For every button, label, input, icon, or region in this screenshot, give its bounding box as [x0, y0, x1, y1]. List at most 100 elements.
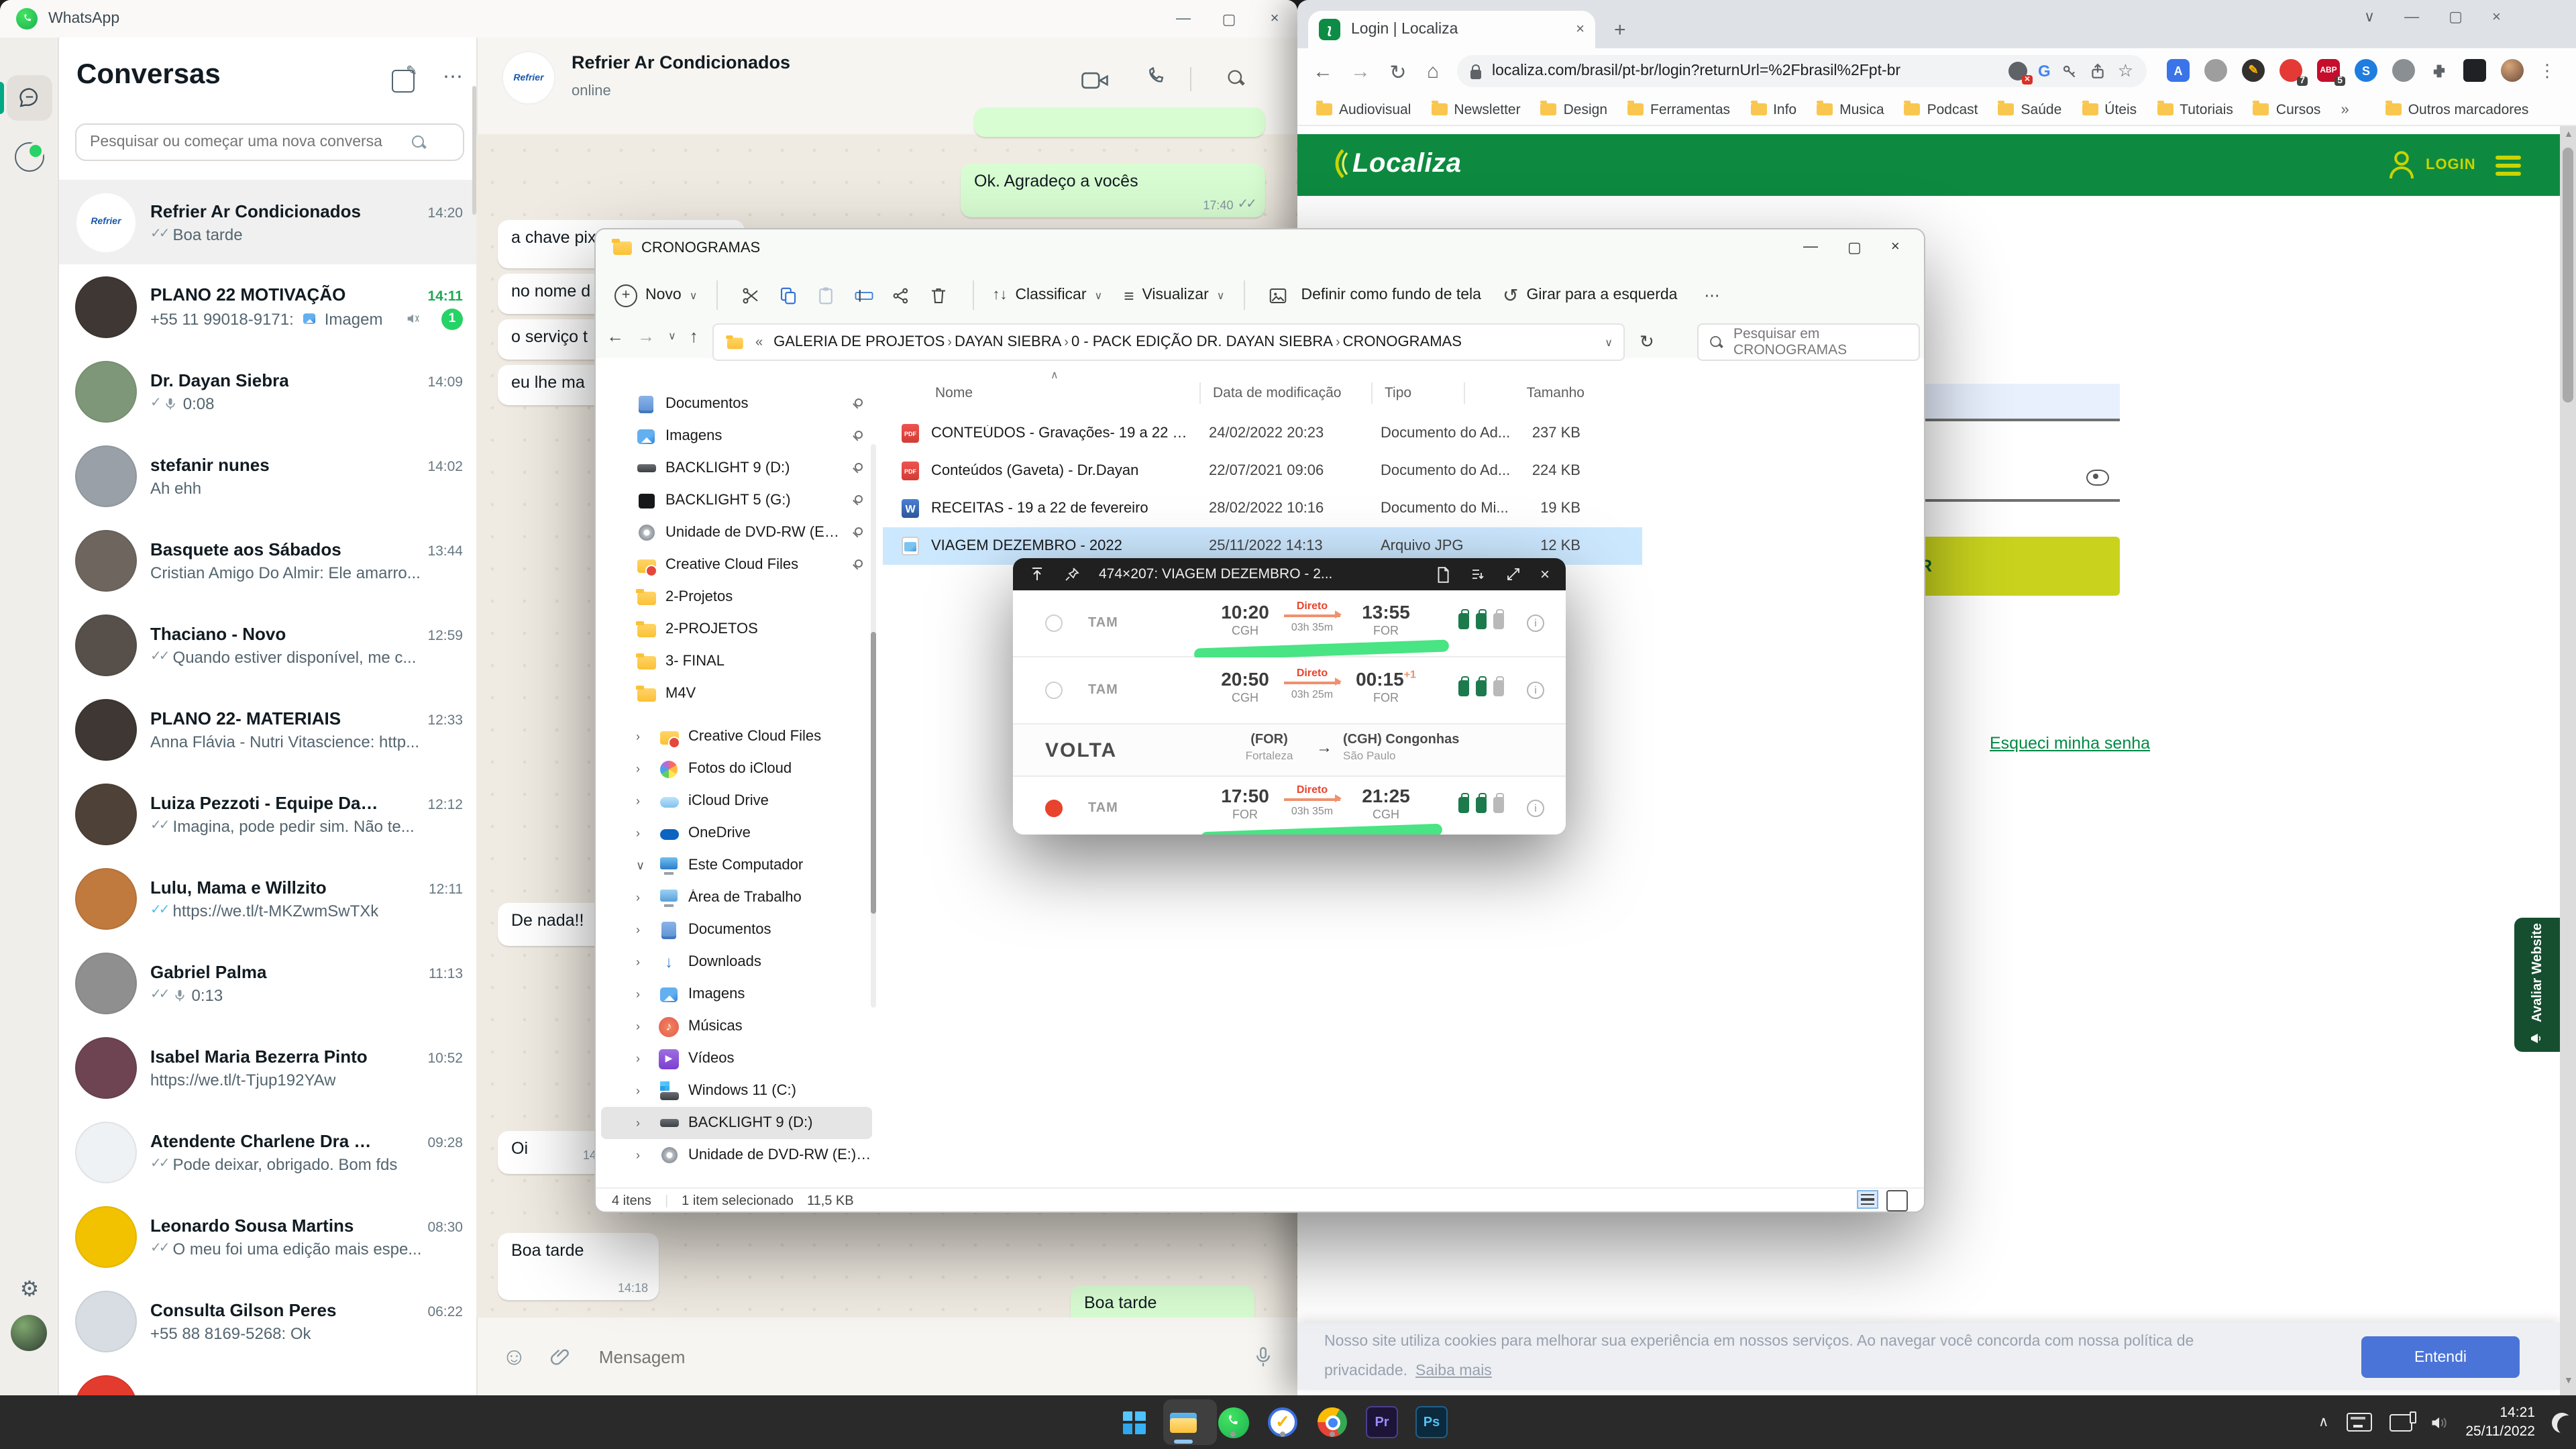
file-row[interactable]: CONTEÚDOS - Gravações- 19 a 22 de fe... … — [883, 415, 1642, 452]
google-account-icon[interactable]: G — [2038, 62, 2051, 80]
video-call-icon[interactable] — [1081, 70, 1108, 91]
paste-icon[interactable] — [811, 285, 841, 305]
expand-chevron[interactable]: ∨ — [636, 858, 649, 873]
extension-icon[interactable] — [2204, 59, 2227, 82]
breadcrumb-collapse[interactable]: « — [753, 335, 765, 350]
chrome-menu-icon[interactable]: ⋮ — [2538, 60, 2556, 81]
nav-back-icon[interactable]: ← — [606, 326, 624, 346]
conversation-item[interactable]: Leonardo Sousa Martins 08:30 ✓✓ O meu fo… — [59, 1194, 476, 1279]
localiza-brand[interactable]: Localiza — [1352, 148, 1462, 179]
mic-icon[interactable] — [1253, 1345, 1273, 1368]
minimize-button[interactable]: — — [1161, 0, 1206, 38]
sidebar-pinned-item[interactable]: Unidade de DVD-RW (E:) jair — [601, 517, 872, 549]
conversation-item[interactable]: Atendente Charlene Dra Julia 09:28 ✓✓ Po… — [59, 1110, 476, 1194]
sort-button[interactable]: Classificar — [1015, 287, 1086, 303]
column-nome[interactable]: Nome — [935, 385, 973, 401]
sidebar-pinned-item[interactable]: BACKLIGHT 9 (D:) — [601, 452, 872, 484]
expand-chevron[interactable]: › — [636, 987, 649, 1001]
nav-forward-icon[interactable]: → — [637, 326, 655, 346]
sidebar-tree-item[interactable]: ∨ Este Computador — [601, 849, 872, 881]
set-wallpaper-button[interactable]: Definir como fundo de tela — [1301, 287, 1481, 303]
show-password-icon[interactable] — [2086, 470, 2109, 486]
expand-chevron[interactable]: › — [636, 1148, 649, 1162]
breadcrumb-item[interactable]: GALERIA DE PROJETOS › — [773, 334, 955, 350]
sidebar-tree-item[interactable]: › Área de Trabalho — [601, 881, 872, 914]
taskbar-whatsapp[interactable] — [1216, 1405, 1250, 1440]
sidebar-tree-item[interactable]: › Documentos — [601, 914, 872, 946]
expand-chevron[interactable]: › — [636, 1084, 649, 1097]
scroll-down-arrow[interactable]: ▼ — [2564, 1377, 2573, 1386]
expand-chevron[interactable]: › — [636, 826, 649, 840]
user-icon[interactable] — [2387, 149, 2416, 181]
scroll-up-arrow[interactable]: ▲ — [2564, 130, 2573, 140]
conversation-item[interactable]: PLANO 22- MATERIAIS 12:33 Anna Flávia - … — [59, 687, 476, 771]
bookmark-folder[interactable]: Audiovisual — [1316, 101, 1411, 117]
maximize-button[interactable]: ▢ — [1847, 238, 1862, 256]
bookmark-folder[interactable]: Musica — [1817, 101, 1884, 117]
sidebar-pinned-item[interactable]: M4V — [601, 678, 872, 710]
reload-icon[interactable]: ↻ — [1381, 60, 1415, 85]
sidebar-tree-item[interactable]: › Downloads — [601, 946, 872, 978]
close-icon[interactable]: × — [1540, 565, 1550, 584]
expand-chevron[interactable]: › — [636, 923, 649, 936]
info-icon[interactable]: i — [1527, 614, 1544, 632]
hamburger-menu-icon[interactable] — [2496, 152, 2521, 180]
touch-keyboard-icon[interactable] — [2346, 1413, 2371, 1432]
message-input[interactable] — [596, 1345, 1229, 1368]
file-info-icon[interactable] — [1436, 566, 1450, 583]
rotate-left-button[interactable]: Girar para a esquerda — [1526, 287, 1677, 303]
forgot-password-link[interactable]: Esqueci minha senha — [1990, 734, 2150, 753]
expand-chevron[interactable]: › — [636, 1020, 649, 1033]
fullscreen-icon[interactable] — [1505, 566, 1521, 582]
tab-search-icon[interactable]: ∨ — [2364, 8, 2375, 25]
expand-chevron[interactable]: › — [636, 1116, 649, 1130]
expand-chevron[interactable]: › — [636, 955, 649, 969]
translate-extension-icon[interactable]: A — [2167, 59, 2190, 82]
sidebar-tree-item[interactable]: › Fotos do iCloud — [601, 753, 872, 785]
home-icon[interactable]: ⌂ — [1415, 60, 1450, 83]
conversation-item[interactable]: Dr. Dayan Siebra 14:09 ✓ 0:08 — [59, 349, 476, 433]
taskbar-premiere[interactable]: Pr — [1364, 1405, 1399, 1440]
bookmark-folder[interactable]: Design — [1541, 101, 1607, 117]
feedback-tab[interactable]: Avaliar Website — [2514, 918, 2560, 1052]
share-icon[interactable] — [886, 285, 916, 305]
conversation-item[interactable]: Consulta Gilson Peres 06:22 +55 88 8169-… — [59, 1279, 476, 1363]
adblock-extension-icon[interactable]: 7 — [2279, 59, 2302, 82]
emoji-icon[interactable]: ☺ — [502, 1342, 527, 1371]
flight-radio[interactable] — [1045, 799, 1063, 816]
breadcrumb-dropdown-icon[interactable]: ∨ — [1605, 336, 1613, 348]
address-bar[interactable]: localiza.com/brasil/pt-br/login?returnUr… — [1457, 55, 2147, 87]
column-tipo[interactable]: Tipo — [1385, 385, 1411, 401]
close-button[interactable]: × — [1252, 0, 1297, 38]
expand-chevron[interactable]: › — [636, 891, 649, 904]
nav-recent-icon[interactable]: ∨ — [668, 330, 676, 342]
attach-icon[interactable] — [551, 1346, 572, 1367]
saiba-mais-link[interactable]: Saiba mais — [1415, 1363, 1492, 1379]
sidebar-tree-item[interactable]: › Músicas — [601, 1010, 872, 1042]
flight-radio[interactable] — [1045, 614, 1063, 632]
status-tab[interactable] — [7, 134, 52, 180]
breadcrumb-item[interactable]: CRONOGRAMAS — [1343, 334, 1462, 350]
sidebar-tree-item[interactable]: › Creative Cloud Files — [601, 720, 872, 753]
explorer-search[interactable]: Pesquisar em CRONOGRAMAS — [1697, 323, 1920, 361]
conversation-item[interactable]: Basquete aos Sábados 13:44 Cristian Amig… — [59, 518, 476, 602]
forward-icon[interactable]: → — [1343, 60, 1378, 83]
sidebar-pinned-item[interactable]: 3- FINAL — [601, 645, 872, 678]
taskbar-chrome[interactable] — [1315, 1405, 1350, 1440]
clock[interactable]: 14:21 25/11/2022 — [2465, 1403, 2535, 1442]
conversation-item[interactable]: Isabel Maria Bezerra Pinto 10:52 https:/… — [59, 1025, 476, 1110]
minimize-button[interactable]: — — [2404, 9, 2419, 25]
bookmark-folder[interactable]: Ferramentas — [1627, 101, 1730, 117]
minimize-button[interactable]: — — [1803, 239, 1818, 255]
delete-icon[interactable] — [924, 285, 953, 305]
scrollbar-thumb[interactable] — [2563, 148, 2573, 402]
expand-chevron[interactable]: › — [636, 730, 649, 743]
breadcrumb-item[interactable]: 0 - PACK EDIÇÃO DR. DAYAN SIEBRA › — [1071, 334, 1343, 350]
cut-icon[interactable] — [736, 285, 765, 305]
bird-extension-icon[interactable] — [2392, 59, 2415, 82]
close-button[interactable]: × — [2492, 9, 2501, 25]
bookmark-folder[interactable]: Cursos — [2253, 101, 2321, 117]
taskbar-ticktick[interactable]: ✓ — [1265, 1405, 1300, 1440]
new-button[interactable]: Novo — [645, 287, 682, 303]
details-view-toggle[interactable] — [1857, 1190, 1878, 1209]
